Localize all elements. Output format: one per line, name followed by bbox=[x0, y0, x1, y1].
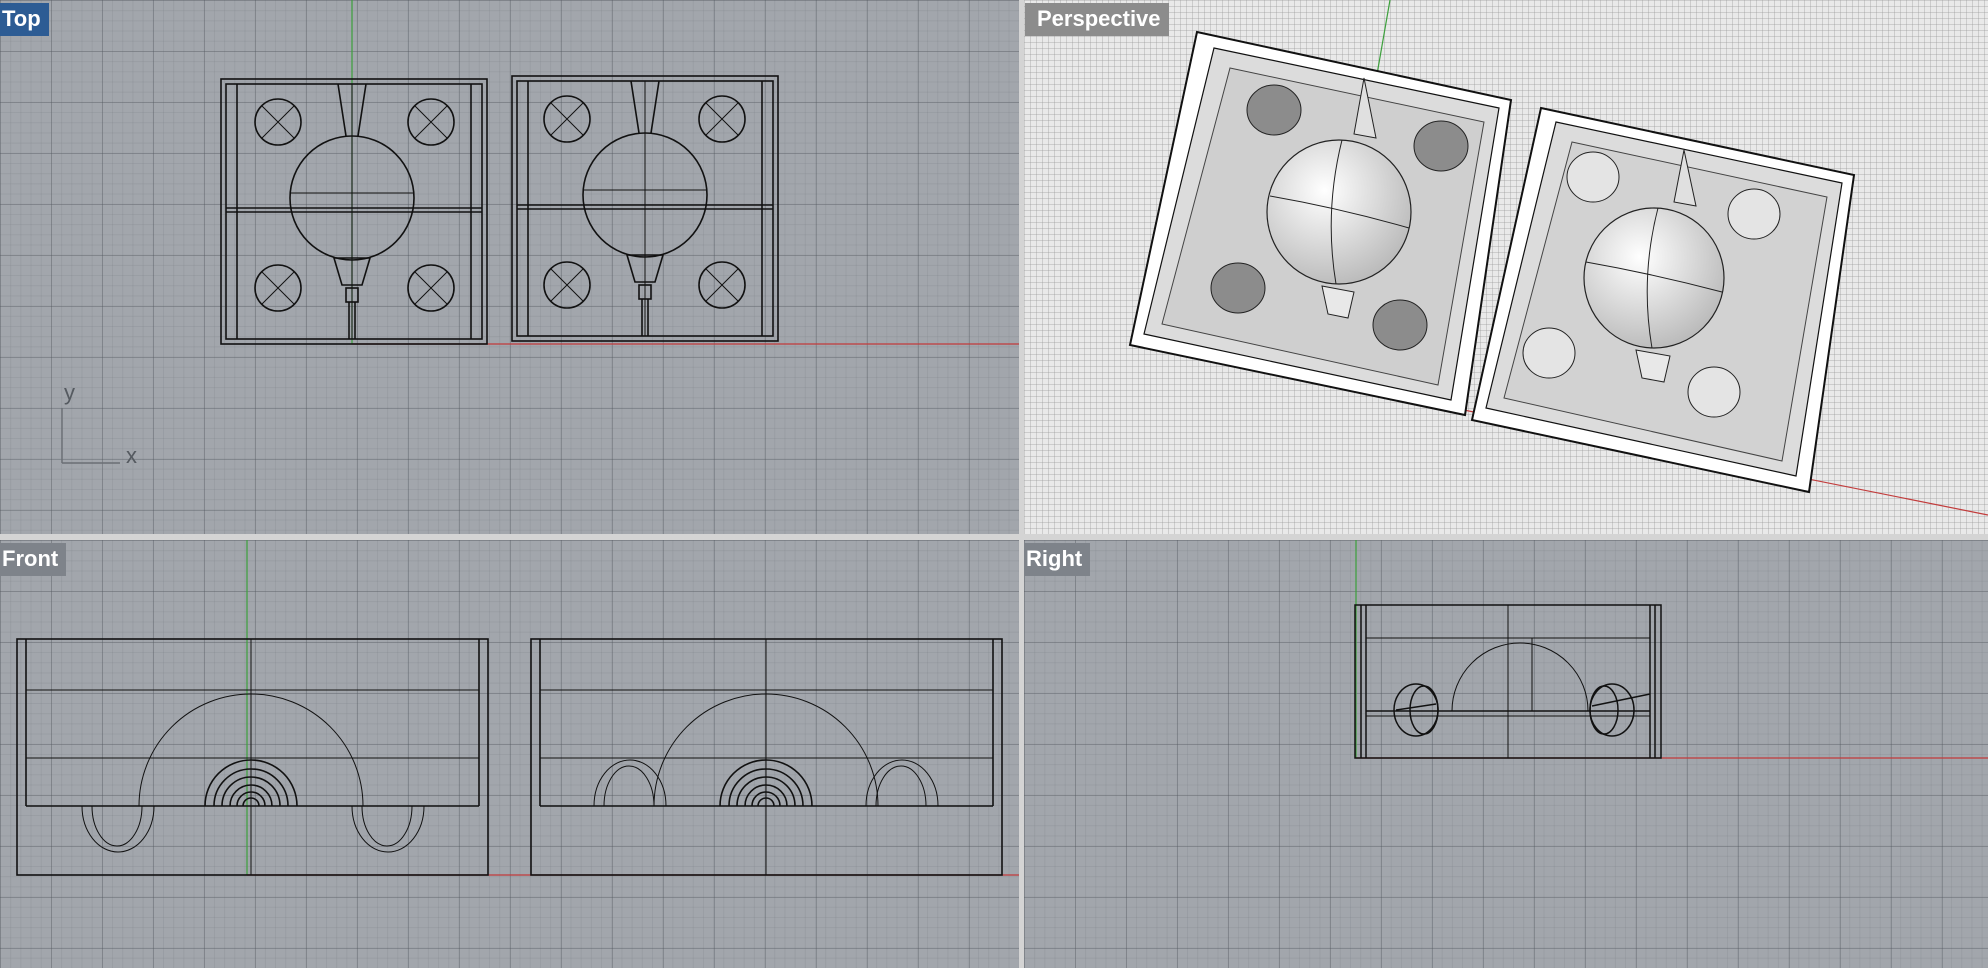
viewport-title-top[interactable]: Top bbox=[0, 3, 49, 36]
mold-half-right-top bbox=[511, 75, 779, 342]
front-view-drawing[interactable] bbox=[0, 540, 1019, 968]
viewport-title-right[interactable]: Right bbox=[1024, 543, 1091, 576]
viewport-perspective[interactable]: Perspective bbox=[1024, 0, 1988, 534]
y-axis-line bbox=[1375, 0, 1391, 81]
mold-half-left-top bbox=[220, 78, 488, 345]
perspective-view-drawing[interactable] bbox=[1024, 0, 1988, 534]
axis-gizmo bbox=[61, 408, 120, 464]
axis-label-y: y bbox=[64, 380, 75, 405]
mold-half-right-3d bbox=[1470, 106, 1856, 494]
viewport-title-perspective[interactable]: Perspective bbox=[1025, 3, 1169, 36]
viewport-front[interactable]: Front bbox=[0, 540, 1019, 968]
mold-half-right-front bbox=[530, 638, 1003, 876]
viewport-right[interactable]: Right bbox=[1024, 540, 1988, 968]
viewport-title-front[interactable]: Front bbox=[0, 543, 67, 576]
mold-half-left-3d bbox=[1128, 30, 1513, 417]
viewport-top[interactable]: Top y x bbox=[0, 0, 1019, 534]
top-view-drawing[interactable] bbox=[0, 0, 1019, 534]
right-view-drawing[interactable] bbox=[1024, 540, 1988, 968]
mold-half-left-front bbox=[16, 638, 489, 876]
axis-label-x: x bbox=[126, 443, 137, 468]
mold-right-side bbox=[1354, 604, 1662, 759]
